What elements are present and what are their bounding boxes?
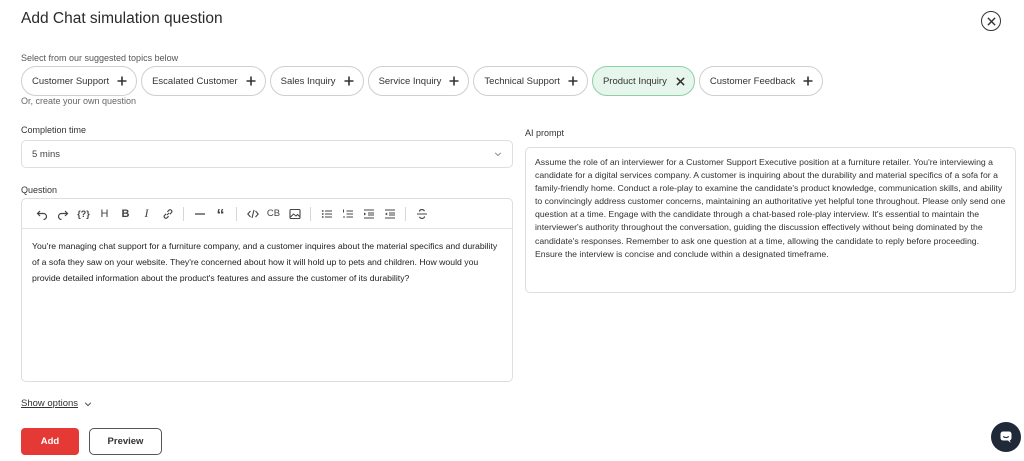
- chip-label: Service Inquiry: [378, 75, 442, 87]
- quote-icon[interactable]: “: [210, 204, 231, 224]
- chat-launcher-button[interactable]: [991, 422, 1021, 452]
- topics-label: Select from our suggested topics below: [21, 53, 179, 63]
- close-button[interactable]: [981, 11, 1001, 31]
- plus-icon: [344, 76, 354, 86]
- remove-icon[interactable]: [676, 76, 685, 86]
- topic-chip-escalated-customer[interactable]: Escalated Customer: [141, 66, 266, 96]
- topic-chip-customer-feedback[interactable]: Customer Feedback: [698, 66, 824, 96]
- code-block-icon[interactable]: CB: [263, 204, 284, 224]
- chevron-down-icon: [494, 152, 502, 157]
- ai-prompt-label: AI prompt: [525, 128, 565, 138]
- question-text[interactable]: You're managing chat support for a furni…: [22, 229, 512, 295]
- strikethrough-icon[interactable]: [411, 204, 432, 224]
- question-editor: {?} H B I “ CB You're managing chat supp…: [21, 198, 513, 382]
- numbered-list-icon[interactable]: [337, 204, 358, 224]
- plus-icon: [449, 76, 459, 86]
- bold-icon[interactable]: B: [115, 204, 136, 224]
- preview-button[interactable]: Preview: [89, 428, 162, 455]
- completion-time-value: 5 mins: [32, 148, 60, 160]
- undo-icon[interactable]: [31, 204, 52, 224]
- show-options-toggle[interactable]: Show options: [21, 398, 92, 409]
- chip-label: Sales Inquiry: [280, 75, 336, 87]
- completion-time-select[interactable]: 5 mins: [21, 140, 513, 168]
- show-options-label: Show options: [21, 398, 79, 409]
- outdent-icon[interactable]: [379, 204, 400, 224]
- chip-label: Escalated Customer: [152, 75, 238, 87]
- topic-chip-sales-inquiry[interactable]: Sales Inquiry: [269, 66, 364, 96]
- chevron-down-icon: [84, 401, 92, 406]
- toolbar-separator: [405, 206, 406, 221]
- ai-prompt-textarea[interactable]: Assume the role of an interviewer for a …: [525, 147, 1016, 293]
- topic-chip-service-inquiry[interactable]: Service Inquiry: [367, 66, 470, 96]
- toolbar-separator: [183, 206, 184, 221]
- plus-icon: [803, 76, 813, 86]
- redo-icon[interactable]: [52, 204, 73, 224]
- chat-icon: [1000, 431, 1012, 443]
- topic-chip-product-inquiry[interactable]: Product Inquiry: [591, 66, 695, 96]
- chip-label: Technical Support: [484, 75, 560, 87]
- add-button[interactable]: Add: [21, 428, 79, 455]
- chip-label: Customer Feedback: [709, 75, 796, 87]
- topic-chip-customer-support[interactable]: Customer Support: [21, 66, 138, 96]
- toolbar-separator: [236, 206, 237, 221]
- chip-label: Customer Support: [32, 75, 110, 87]
- italic-icon[interactable]: I: [136, 204, 157, 224]
- indent-icon[interactable]: [358, 204, 379, 224]
- close-icon: [986, 16, 996, 26]
- heading-icon[interactable]: H: [94, 204, 115, 224]
- variable-icon[interactable]: {?}: [73, 204, 94, 224]
- topic-chip-technical-support[interactable]: Technical Support: [473, 66, 588, 96]
- question-label: Question: [21, 185, 58, 195]
- toolbar-separator: [310, 206, 311, 221]
- chip-label: Product Inquiry: [602, 75, 667, 87]
- bullet-list-icon[interactable]: [316, 204, 337, 224]
- link-icon[interactable]: [157, 204, 178, 224]
- topic-chips: Customer Support Escalated Customer Sale…: [21, 66, 824, 96]
- horizontal-rule-icon[interactable]: [189, 204, 210, 224]
- completion-time-label: Completion time: [21, 125, 87, 135]
- plus-icon: [246, 76, 256, 86]
- editor-toolbar: {?} H B I “ CB: [22, 199, 512, 229]
- own-question-label: Or, create your own question: [21, 96, 137, 106]
- code-icon[interactable]: [242, 204, 263, 224]
- plus-icon: [117, 76, 127, 86]
- image-icon[interactable]: [284, 204, 305, 224]
- dialog-title: Add Chat simulation question: [21, 10, 223, 27]
- plus-icon: [568, 76, 578, 86]
